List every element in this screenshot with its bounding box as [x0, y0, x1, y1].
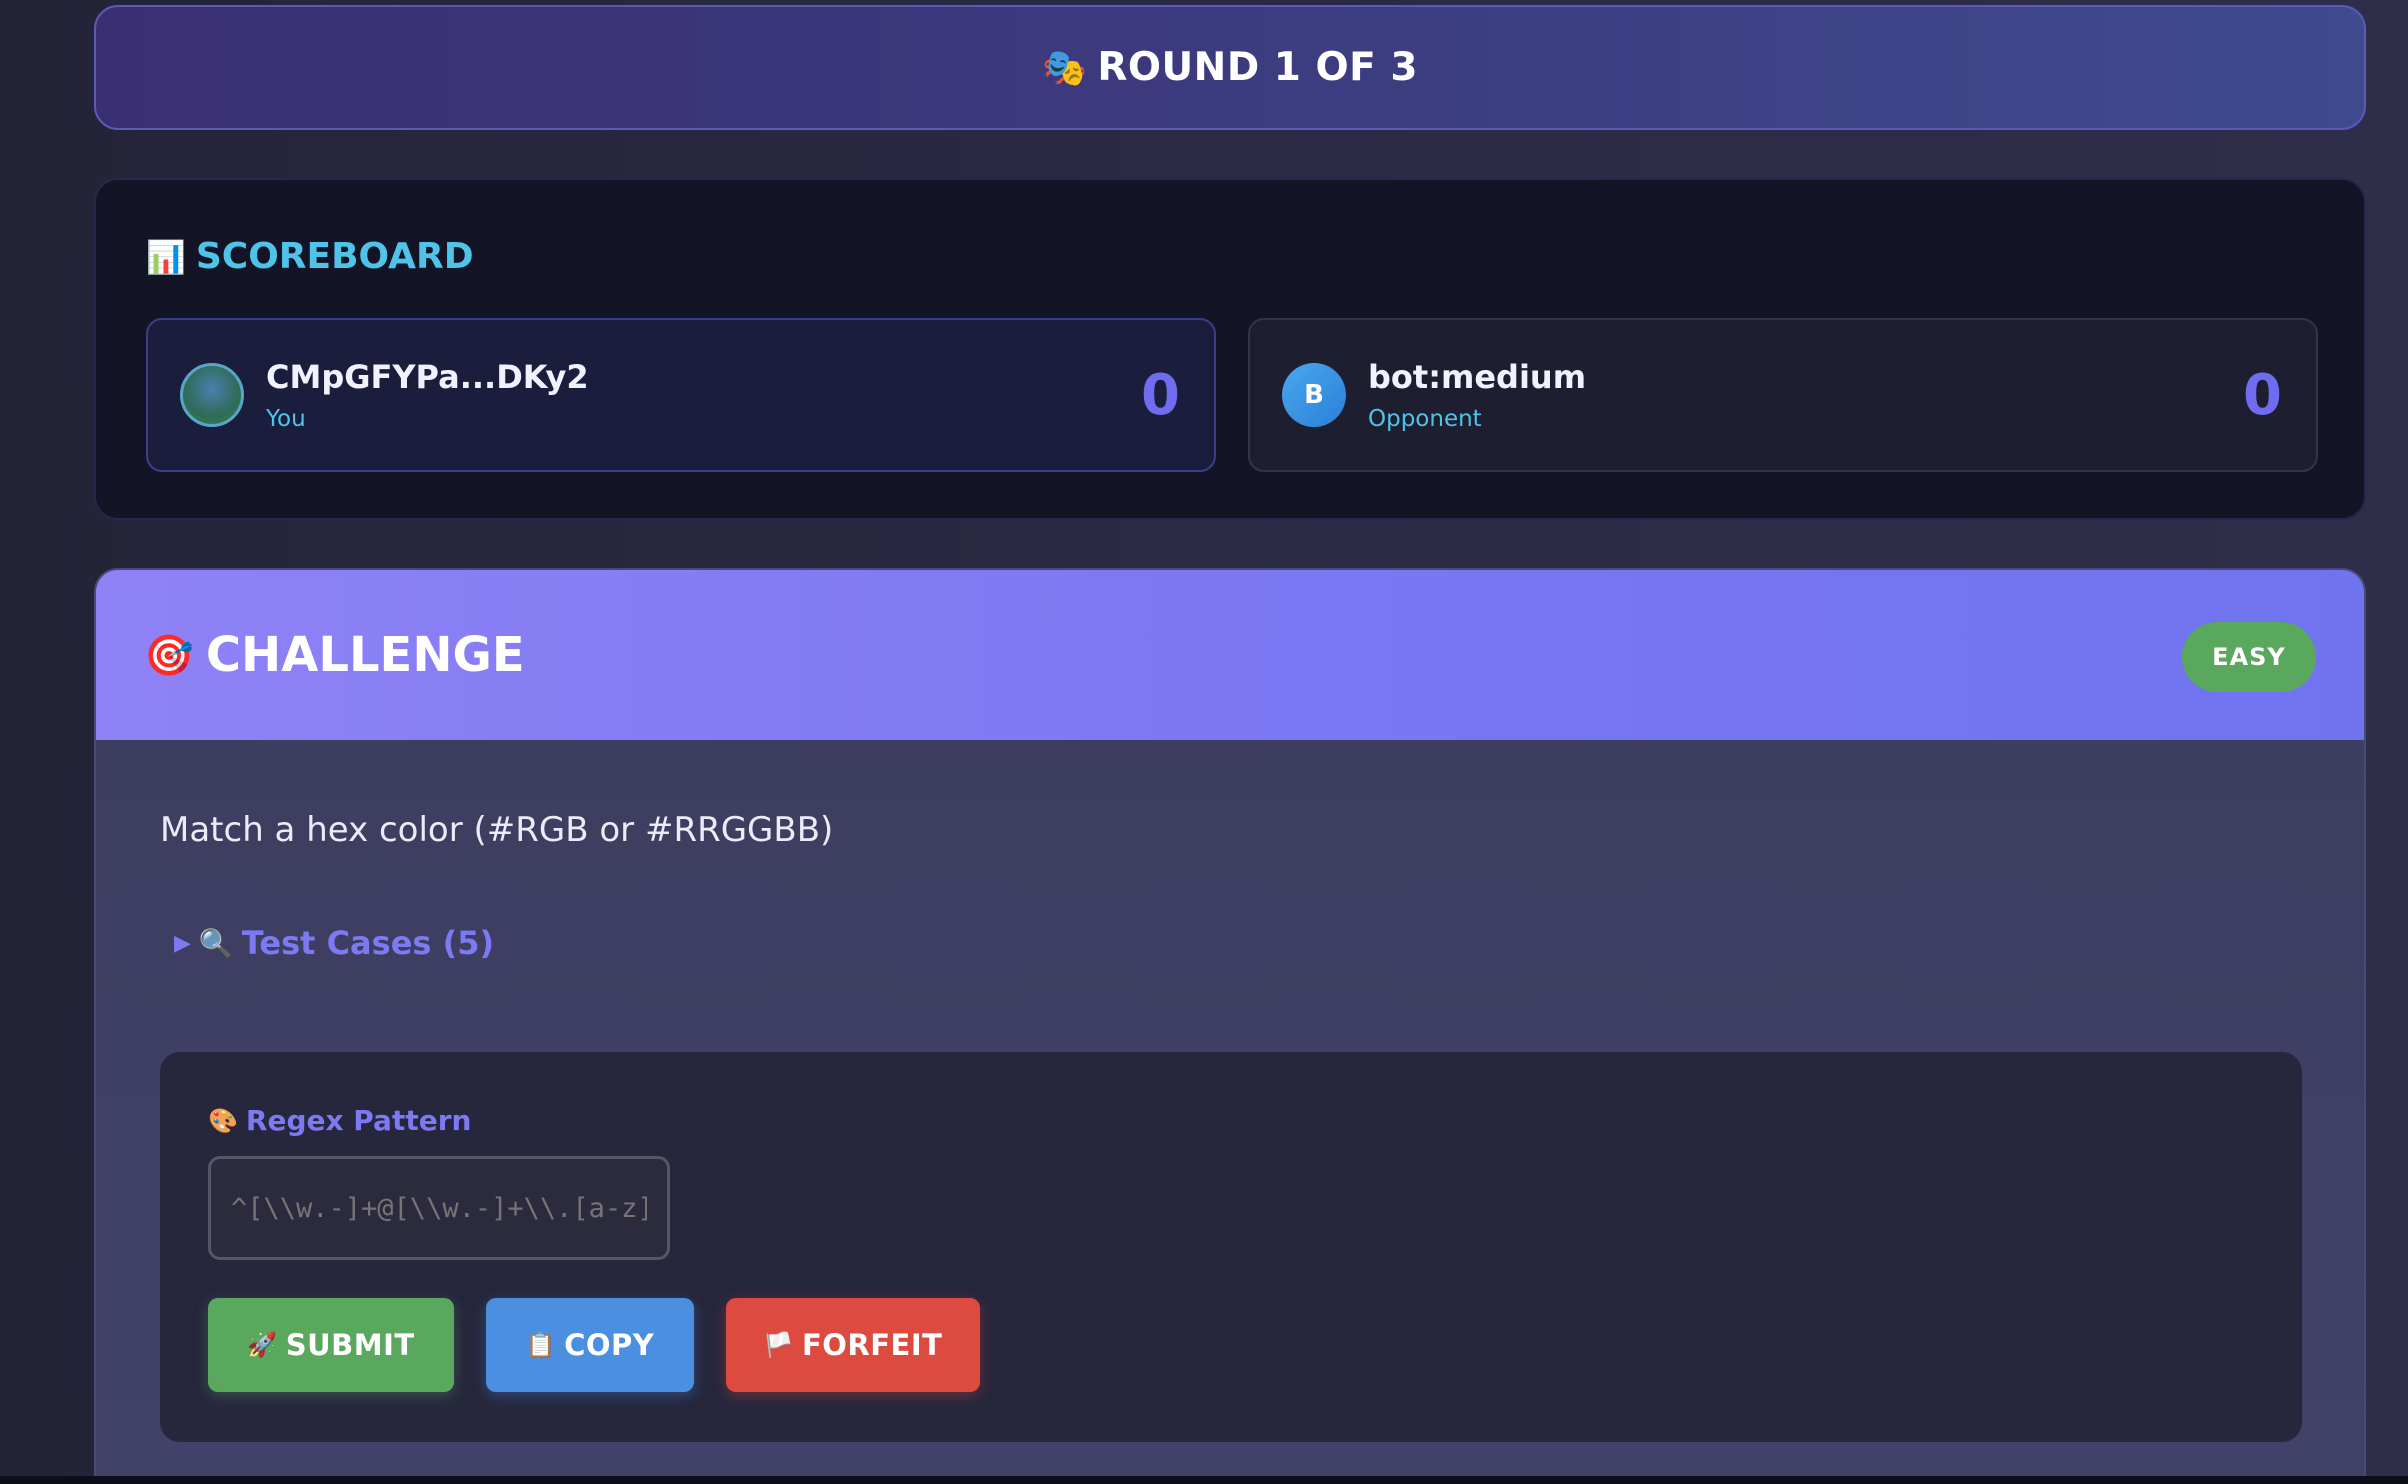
test-cases-label: Test Cases (5) [241, 924, 495, 962]
scoreboard-panel: 📊 SCOREBOARD CMpGFYPa...DKy2 You 0 B bot… [94, 178, 2366, 520]
challenge-header: 🎯 CHALLENGE EASY [96, 570, 2364, 740]
forfeit-button[interactable]: 🏳️ FORFEIT [726, 1298, 980, 1392]
challenge-title-text: CHALLENGE [205, 627, 525, 683]
challenge-description: Match a hex color (#RGB or #RRGGBB) [160, 810, 834, 850]
clipboard-icon: 📋 [525, 1331, 557, 1359]
player-role: Opponent [1368, 406, 1482, 432]
player-card-you: CMpGFYPa...DKy2 You 0 [146, 318, 1216, 472]
white-flag-icon: 🏳️ [763, 1331, 794, 1359]
avatar: B [1282, 363, 1346, 427]
player-info: bot:medium Opponent [1368, 358, 2243, 432]
submit-label: SUBMIT [285, 1328, 415, 1362]
player-card-opponent: B bot:medium Opponent 0 [1248, 318, 2318, 472]
scoreboard-title: 📊 SCOREBOARD [146, 236, 474, 277]
regex-pattern-label: 🎨 Regex Pattern [208, 1104, 471, 1137]
palette-icon: 🎨 [208, 1106, 238, 1135]
regex-input[interactable] [208, 1156, 670, 1260]
avatar [180, 363, 244, 427]
test-cases-toggle[interactable]: ▶ 🔍 Test Cases (5) [174, 924, 494, 962]
submit-button[interactable]: 🚀 SUBMIT [208, 1298, 454, 1392]
player-score: 0 [2243, 362, 2282, 428]
player-score: 0 [1141, 362, 1180, 428]
regex-pattern-label-text: Regex Pattern [245, 1104, 472, 1137]
challenge-panel: 🎯 CHALLENGE EASY Match a hex color (#RGB… [94, 568, 2366, 1484]
player-name: CMpGFYPa...DKy2 [266, 358, 589, 396]
scoreboard-title-text: SCOREBOARD [195, 236, 474, 277]
disclosure-arrow-icon: ▶ [174, 930, 191, 956]
game-page: 🎭 ROUND 1 OF 3 📊 SCOREBOARD CMpGFYPa...D… [0, 0, 2408, 1484]
target-icon: 🎯 [144, 632, 194, 679]
avatar-initial: B [1304, 380, 1324, 410]
player-name: bot:medium [1368, 358, 1587, 396]
player-role: You [266, 406, 306, 432]
challenge-title: 🎯 CHALLENGE [144, 627, 525, 683]
rocket-icon: 🚀 [247, 1331, 278, 1359]
forfeit-label: FORFEIT [801, 1328, 943, 1362]
magnifier-icon: 🔍 [198, 926, 234, 960]
player-info: CMpGFYPa...DKy2 You [266, 358, 1141, 432]
theater-masks-icon: 🎭 [1042, 47, 1088, 89]
bar-chart-icon: 📊 [146, 237, 186, 276]
bottom-divider [0, 1476, 2408, 1484]
regex-pattern-panel: 🎨 Regex Pattern 🚀 SUBMIT 📋 COPY 🏳️ FORFE… [160, 1052, 2302, 1442]
round-title: ROUND 1 OF 3 [1097, 45, 1418, 90]
difficulty-badge: EASY [2182, 622, 2316, 692]
round-banner: 🎭 ROUND 1 OF 3 [94, 5, 2366, 130]
copy-button[interactable]: 📋 COPY [486, 1298, 694, 1392]
copy-label: COPY [564, 1328, 655, 1362]
